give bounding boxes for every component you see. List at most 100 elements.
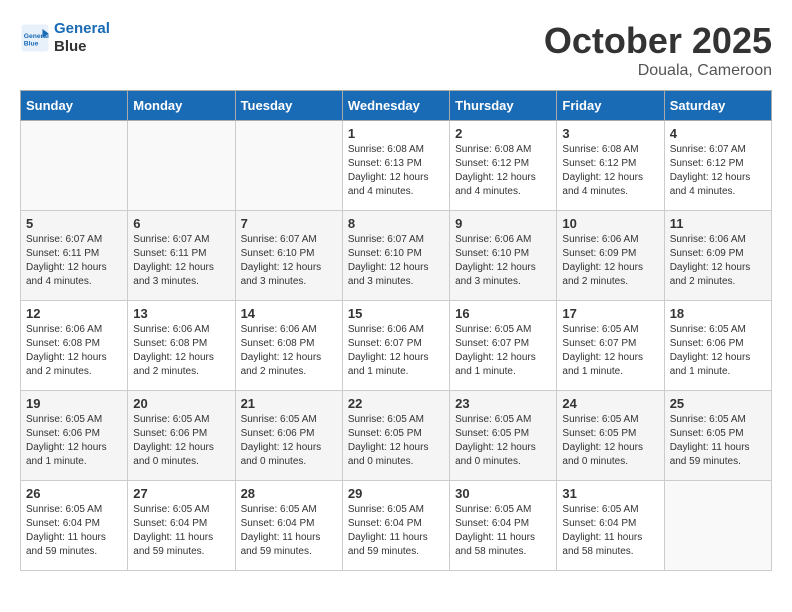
day-info: Sunrise: 6:08 AM Sunset: 6:12 PM Dayligh… bbox=[562, 143, 658, 199]
day-number: 19 bbox=[26, 396, 122, 411]
calendar-cell: 1Sunrise: 6:08 AM Sunset: 6:13 PM Daylig… bbox=[342, 121, 449, 211]
calendar-body: 1Sunrise: 6:08 AM Sunset: 6:13 PM Daylig… bbox=[21, 121, 772, 571]
calendar-cell: 24 Sunrise: 6:05 AM Sunset: 6:05 PM Dayli… bbox=[557, 391, 664, 481]
day-number: 8 bbox=[348, 216, 444, 231]
day-number: 28 bbox=[241, 486, 337, 501]
week-row-1: 1Sunrise: 6:08 AM Sunset: 6:13 PM Daylig… bbox=[21, 121, 772, 211]
location: Douala, Cameroon bbox=[544, 62, 772, 80]
weekday-header-thursday: Thursday bbox=[450, 91, 557, 121]
day-info: Sunrise: 6:05 AM Sunset: 6:05 PM Dayligh… bbox=[562, 413, 658, 469]
day-number: 30 bbox=[455, 486, 551, 501]
calendar-cell: 5 Sunrise: 6:07 AM Sunset: 6:11 PM Daylig… bbox=[21, 211, 128, 301]
day-number: 10 bbox=[562, 216, 658, 231]
day-info: Sunrise: 6:05 AM Sunset: 6:05 PM Dayligh… bbox=[348, 413, 444, 469]
calendar-cell: 13Sunrise: 6:06 AM Sunset: 6:08 PM Dayli… bbox=[128, 301, 235, 391]
day-info: Sunrise: 6:05 AM Sunset: 6:04 PM Dayligh… bbox=[133, 503, 229, 559]
calendar-cell: 6Sunrise: 6:07 AM Sunset: 6:11 PM Daylig… bbox=[128, 211, 235, 301]
calendar-cell: 10 Sunrise: 6:06 AM Sunset: 6:09 PM Dayli… bbox=[557, 211, 664, 301]
day-info: Sunrise: 6:07 AM Sunset: 6:10 PM Dayligh… bbox=[348, 233, 444, 289]
month-title: October 2025 bbox=[544, 20, 772, 62]
svg-text:Blue: Blue bbox=[24, 41, 39, 48]
day-number: 16 bbox=[455, 306, 551, 321]
day-number: 6 bbox=[133, 216, 229, 231]
day-info: Sunrise: 6:05 AM Sunset: 6:06 PM Dayligh… bbox=[26, 413, 122, 469]
day-number: 20 bbox=[133, 396, 229, 411]
day-info: Sunrise: 6:07 AM Sunset: 6:10 PM Dayligh… bbox=[241, 233, 337, 289]
day-number: 4 bbox=[670, 126, 766, 141]
day-info: Sunrise: 6:08 AM Sunset: 6:13 PM Dayligh… bbox=[348, 143, 444, 199]
week-row-2: 5 Sunrise: 6:07 AM Sunset: 6:11 PM Daylig… bbox=[21, 211, 772, 301]
calendar-cell: 9 Sunrise: 6:06 AM Sunset: 6:10 PM Daylig… bbox=[450, 211, 557, 301]
day-info: Sunrise: 6:05 AM Sunset: 6:04 PM Dayligh… bbox=[26, 503, 122, 559]
day-number: 11 bbox=[670, 216, 766, 231]
calendar-cell: 4 Sunrise: 6:07 AM Sunset: 6:12 PM Daylig… bbox=[664, 121, 771, 211]
day-info: Sunrise: 6:05 AM Sunset: 6:04 PM Dayligh… bbox=[241, 503, 337, 559]
day-number: 24 bbox=[562, 396, 658, 411]
day-number: 23 bbox=[455, 396, 551, 411]
calendar-cell: 19 Sunrise: 6:05 AM Sunset: 6:06 PM Dayli… bbox=[21, 391, 128, 481]
page-header: General Blue General Blue October 2025 D… bbox=[20, 20, 772, 80]
day-info: Sunrise: 6:05 AM Sunset: 6:06 PM Dayligh… bbox=[241, 413, 337, 469]
calendar-cell: 21 Sunrise: 6:05 AM Sunset: 6:06 PM Dayli… bbox=[235, 391, 342, 481]
day-info: Sunrise: 6:06 AM Sunset: 6:08 PM Dayligh… bbox=[241, 323, 337, 379]
day-info: Sunrise: 6:06 AM Sunset: 6:10 PM Dayligh… bbox=[455, 233, 551, 289]
calendar-cell bbox=[128, 121, 235, 211]
weekday-header-friday: Friday bbox=[557, 91, 664, 121]
calendar-cell: 17 Sunrise: 6:05 AM Sunset: 6:07 PM Dayli… bbox=[557, 301, 664, 391]
calendar-cell bbox=[21, 121, 128, 211]
day-info: Sunrise: 6:05 AM Sunset: 6:07 PM Dayligh… bbox=[562, 323, 658, 379]
day-info: Sunrise: 6:05 AM Sunset: 6:06 PM Dayligh… bbox=[670, 323, 766, 379]
day-info: Sunrise: 6:08 AM Sunset: 6:12 PM Dayligh… bbox=[455, 143, 551, 199]
day-info: Sunrise: 6:05 AM Sunset: 6:04 PM Dayligh… bbox=[348, 503, 444, 559]
day-info: Sunrise: 6:07 AM Sunset: 6:11 PM Dayligh… bbox=[26, 233, 122, 289]
calendar-cell: 30 Sunrise: 6:05 AM Sunset: 6:04 PM Dayli… bbox=[450, 481, 557, 571]
weekday-header-saturday: Saturday bbox=[664, 91, 771, 121]
calendar-cell: 14 Sunrise: 6:06 AM Sunset: 6:08 PM Dayli… bbox=[235, 301, 342, 391]
day-number: 2 bbox=[455, 126, 551, 141]
calendar-cell: 18 Sunrise: 6:05 AM Sunset: 6:06 PM Dayli… bbox=[664, 301, 771, 391]
title-block: October 2025 Douala, Cameroon bbox=[544, 20, 772, 80]
week-row-4: 19 Sunrise: 6:05 AM Sunset: 6:06 PM Dayli… bbox=[21, 391, 772, 481]
day-number: 12 bbox=[26, 306, 122, 321]
day-number: 26 bbox=[26, 486, 122, 501]
calendar-cell: 8 Sunrise: 6:07 AM Sunset: 6:10 PM Daylig… bbox=[342, 211, 449, 301]
calendar-cell: 11 Sunrise: 6:06 AM Sunset: 6:09 PM Dayli… bbox=[664, 211, 771, 301]
calendar-cell: 27Sunrise: 6:05 AM Sunset: 6:04 PM Dayli… bbox=[128, 481, 235, 571]
day-number: 31 bbox=[562, 486, 658, 501]
calendar-cell: 12 Sunrise: 6:06 AM Sunset: 6:08 PM Dayli… bbox=[21, 301, 128, 391]
day-info: Sunrise: 6:05 AM Sunset: 6:06 PM Dayligh… bbox=[133, 413, 229, 469]
day-number: 14 bbox=[241, 306, 337, 321]
day-info: Sunrise: 6:05 AM Sunset: 6:05 PM Dayligh… bbox=[455, 413, 551, 469]
calendar-cell: 3 Sunrise: 6:08 AM Sunset: 6:12 PM Daylig… bbox=[557, 121, 664, 211]
calendar-cell: 20 Sunrise: 6:05 AM Sunset: 6:06 PM Dayli… bbox=[128, 391, 235, 481]
day-number: 9 bbox=[455, 216, 551, 231]
day-info: Sunrise: 6:06 AM Sunset: 6:09 PM Dayligh… bbox=[562, 233, 658, 289]
day-info: Sunrise: 6:07 AM Sunset: 6:12 PM Dayligh… bbox=[670, 143, 766, 199]
day-info: Sunrise: 6:05 AM Sunset: 6:07 PM Dayligh… bbox=[455, 323, 551, 379]
logo-name: General Blue bbox=[54, 20, 110, 56]
day-number: 15 bbox=[348, 306, 444, 321]
day-number: 17 bbox=[562, 306, 658, 321]
day-info: Sunrise: 6:06 AM Sunset: 6:07 PM Dayligh… bbox=[348, 323, 444, 379]
calendar-cell: 22Sunrise: 6:05 AM Sunset: 6:05 PM Dayli… bbox=[342, 391, 449, 481]
weekday-header-sunday: Sunday bbox=[21, 91, 128, 121]
week-row-3: 12 Sunrise: 6:06 AM Sunset: 6:08 PM Dayli… bbox=[21, 301, 772, 391]
day-info: Sunrise: 6:05 AM Sunset: 6:04 PM Dayligh… bbox=[562, 503, 658, 559]
week-row-5: 26 Sunrise: 6:05 AM Sunset: 6:04 PM Dayli… bbox=[21, 481, 772, 571]
day-number: 3 bbox=[562, 126, 658, 141]
day-number: 29 bbox=[348, 486, 444, 501]
day-number: 7 bbox=[241, 216, 337, 231]
calendar-cell: 28 Sunrise: 6:05 AM Sunset: 6:04 PM Dayli… bbox=[235, 481, 342, 571]
weekday-header-wednesday: Wednesday bbox=[342, 91, 449, 121]
calendar-cell bbox=[664, 481, 771, 571]
day-info: Sunrise: 6:06 AM Sunset: 6:08 PM Dayligh… bbox=[26, 323, 122, 379]
day-info: Sunrise: 6:06 AM Sunset: 6:09 PM Dayligh… bbox=[670, 233, 766, 289]
calendar-cell: 7 Sunrise: 6:07 AM Sunset: 6:10 PM Daylig… bbox=[235, 211, 342, 301]
calendar-cell: 2 Sunrise: 6:08 AM Sunset: 6:12 PM Daylig… bbox=[450, 121, 557, 211]
day-number: 21 bbox=[241, 396, 337, 411]
day-number: 5 bbox=[26, 216, 122, 231]
calendar-cell bbox=[235, 121, 342, 211]
calendar-cell: 15 Sunrise: 6:06 AM Sunset: 6:07 PM Dayli… bbox=[342, 301, 449, 391]
day-number: 18 bbox=[670, 306, 766, 321]
day-info: Sunrise: 6:05 AM Sunset: 6:04 PM Dayligh… bbox=[455, 503, 551, 559]
